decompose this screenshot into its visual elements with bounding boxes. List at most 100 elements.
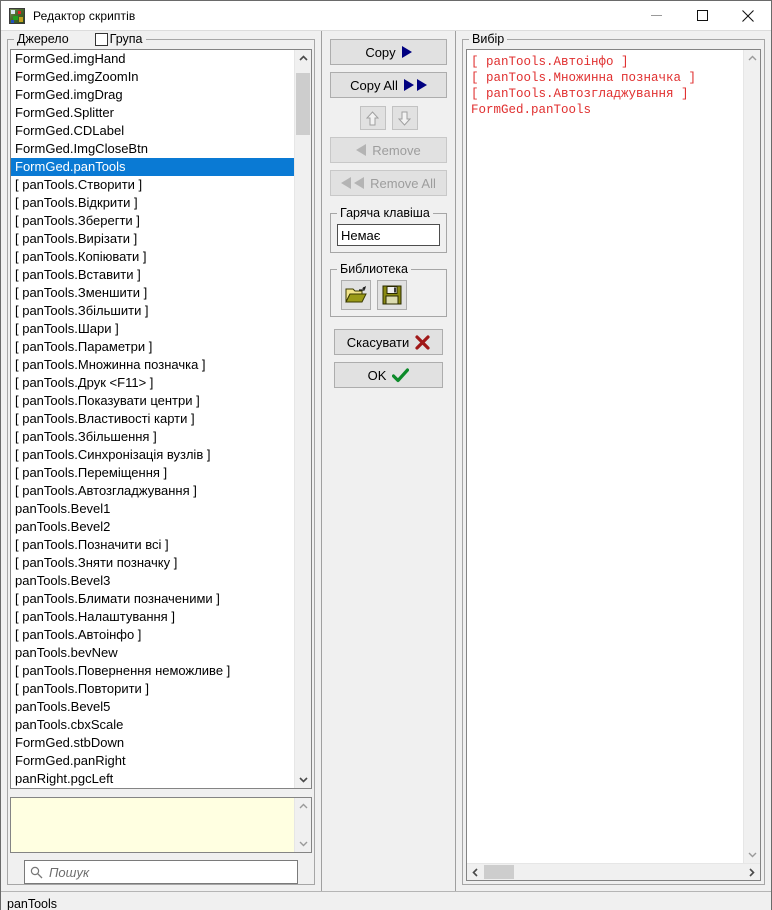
source-list-item[interactable]: [ panTools.Множинна позначка ] — [11, 356, 294, 374]
source-list-item[interactable]: [ panTools.Збільшення ] — [11, 428, 294, 446]
memo-field[interactable] — [11, 798, 294, 852]
selection-list-item[interactable]: FormGed.panTools — [471, 102, 743, 118]
source-list-item[interactable]: FormGed.imgDrag — [11, 86, 294, 104]
source-legend-label: Джерело — [17, 32, 69, 46]
cancel-button-label: Скасувати — [346, 334, 410, 350]
source-listbox[interactable]: FormGed.imgHand FormGed.imgZoomIn FormGed.… — [11, 50, 294, 788]
source-list-item[interactable]: [ panTools.Вирізати ] — [11, 230, 294, 248]
arrow-down-icon — [398, 111, 411, 126]
source-list-item[interactable]: [ panTools.Автоінфо ] — [11, 626, 294, 644]
dialog-buttons: Скасувати OK — [330, 329, 447, 388]
memo-scroll-up-icon[interactable] — [295, 798, 311, 815]
cross-icon — [415, 334, 430, 350]
remove-all-arrow-icon-2 — [354, 177, 365, 189]
selection-list-item[interactable]: [ panTools.Автозгладжування ] — [471, 86, 743, 102]
source-list-item[interactable]: panTools.cbxScale — [11, 716, 294, 734]
app-icon — [9, 7, 25, 24]
move-down-button[interactable] — [391, 106, 418, 130]
minimize-button[interactable] — [633, 1, 679, 30]
source-scroll-track[interactable] — [295, 67, 311, 771]
source-list-item[interactable]: panTools.Bevel5 — [11, 698, 294, 716]
selection-list-item[interactable]: [ panTools.Множинна позначка ] — [471, 70, 743, 86]
source-list-item[interactable]: panTools.Bevel2 — [11, 518, 294, 536]
hotkey-input[interactable] — [337, 224, 440, 246]
library-save-button[interactable] — [377, 280, 407, 310]
source-list-item[interactable]: panTools.Bevel3 — [11, 572, 294, 590]
floppy-save-icon — [382, 285, 402, 305]
source-list-item[interactable]: FormGed.panRight — [11, 752, 294, 770]
close-icon — [742, 9, 754, 22]
arrow-up-icon — [366, 110, 379, 125]
copy-all-button[interactable]: Copy All — [330, 72, 447, 98]
selection-hscroll-track[interactable] — [484, 864, 743, 880]
source-list-item[interactable]: [ panTools.Синхронізація вузлів ] — [11, 446, 294, 464]
remove-all-button[interactable]: Remove All — [330, 170, 447, 196]
scroll-up-icon[interactable] — [295, 50, 311, 67]
memo-vscrollbar[interactable] — [294, 798, 311, 852]
source-list-item[interactable]: FormGed.stbDown — [11, 734, 294, 752]
source-list-item[interactable]: FormGed.panTools — [11, 158, 294, 176]
source-list-item[interactable]: [ panTools.Відкрити ] — [11, 194, 294, 212]
check-icon — [392, 367, 410, 382]
source-groupbox-legend: Джерело Група — [14, 32, 146, 46]
library-open-button[interactable] — [341, 280, 371, 310]
source-list-item[interactable]: [ panTools.Властивості карти ] — [11, 410, 294, 428]
source-list-item[interactable]: [ panTools.Друк <F11> ] — [11, 374, 294, 392]
source-list-item[interactable]: [ panTools.Автозгладжування ] — [11, 482, 294, 500]
source-list-item[interactable]: [ panTools.Параметри ] — [11, 338, 294, 356]
source-list-item[interactable]: [ panTools.Створити ] — [11, 176, 294, 194]
source-list-item[interactable]: [ panTools.Повторити ] — [11, 680, 294, 698]
ok-button[interactable]: OK — [334, 362, 443, 388]
search-input[interactable] — [43, 863, 297, 881]
source-list-item[interactable]: [ panTools.Зберегти ] — [11, 212, 294, 230]
source-list-item[interactable]: [ panTools.Блимати позначеними ] — [11, 590, 294, 608]
source-list-item[interactable]: [ panTools.Показувати центри ] — [11, 392, 294, 410]
source-list-item[interactable]: [ panTools.Повернення неможливе ] — [11, 662, 294, 680]
source-list-item[interactable]: [ panTools.Налаштування ] — [11, 608, 294, 626]
selection-hscrollbar[interactable] — [467, 863, 760, 880]
source-list-item[interactable]: FormGed.CDLabel — [11, 122, 294, 140]
search-icon — [30, 866, 43, 878]
maximize-button[interactable] — [679, 1, 725, 30]
source-list-item[interactable]: FormGed.Splitter — [11, 104, 294, 122]
memo-scroll-down-icon[interactable] — [295, 835, 311, 852]
cancel-button[interactable]: Скасувати — [334, 329, 443, 355]
move-up-button[interactable] — [359, 106, 386, 130]
source-list-item[interactable]: FormGed.imgHand — [11, 50, 294, 68]
source-list-item[interactable]: [ panTools.Вставити ] — [11, 266, 294, 284]
selection-vscrollbar[interactable] — [743, 50, 760, 863]
copy-button[interactable]: Copy — [330, 39, 447, 65]
search-container[interactable] — [24, 860, 298, 884]
copy-all-arrow-icon-2 — [416, 79, 427, 91]
selection-scroll-right-icon[interactable] — [743, 864, 760, 880]
source-list-item[interactable]: panTools.bevNew — [11, 644, 294, 662]
source-list-item[interactable]: panTools.Bevel1 — [11, 500, 294, 518]
source-list-item[interactable]: [ panTools.Шари ] — [11, 320, 294, 338]
source-list-item[interactable]: [ panTools.Позначити всі ] — [11, 536, 294, 554]
selection-hscroll-thumb[interactable] — [484, 865, 514, 879]
selection-list-item[interactable]: [ panTools.Автоінфо ] — [471, 54, 743, 70]
group-checkbox-box[interactable] — [94, 32, 108, 46]
remove-all-button-label: Remove All — [370, 175, 436, 191]
source-list-vscrollbar[interactable] — [294, 50, 311, 788]
group-checkbox[interactable]: Група — [94, 32, 143, 46]
source-list-item[interactable]: FormGed.imgZoomIn — [11, 68, 294, 86]
maximize-icon — [696, 10, 708, 21]
selection-listbox[interactable]: [ panTools.Автоінфо ][ panTools.Множинна… — [467, 50, 743, 863]
remove-button[interactable]: Remove — [330, 137, 447, 163]
selection-scroll-up-icon[interactable] — [744, 50, 760, 67]
source-list-item[interactable]: FormGed.ImgCloseBtn — [11, 140, 294, 158]
selection-scroll-down-icon[interactable] — [744, 846, 760, 863]
source-list-item[interactable]: [ panTools.Зменшити ] — [11, 284, 294, 302]
source-list-item[interactable]: panRight.pgcLeft — [11, 770, 294, 788]
selection-scroll-track[interactable] — [744, 67, 760, 846]
source-list-item[interactable]: [ panTools.Копіювати ] — [11, 248, 294, 266]
scroll-down-icon[interactable] — [295, 771, 311, 788]
close-button[interactable] — [725, 1, 771, 30]
source-scroll-thumb[interactable] — [296, 73, 310, 135]
source-list-item[interactable]: [ panTools.Зняти позначку ] — [11, 554, 294, 572]
source-list-item[interactable]: [ panTools.Збільшити ] — [11, 302, 294, 320]
source-list-item[interactable]: [ panTools.Переміщення ] — [11, 464, 294, 482]
memo-scroll-track[interactable] — [295, 815, 311, 835]
selection-scroll-left-icon[interactable] — [467, 864, 484, 880]
